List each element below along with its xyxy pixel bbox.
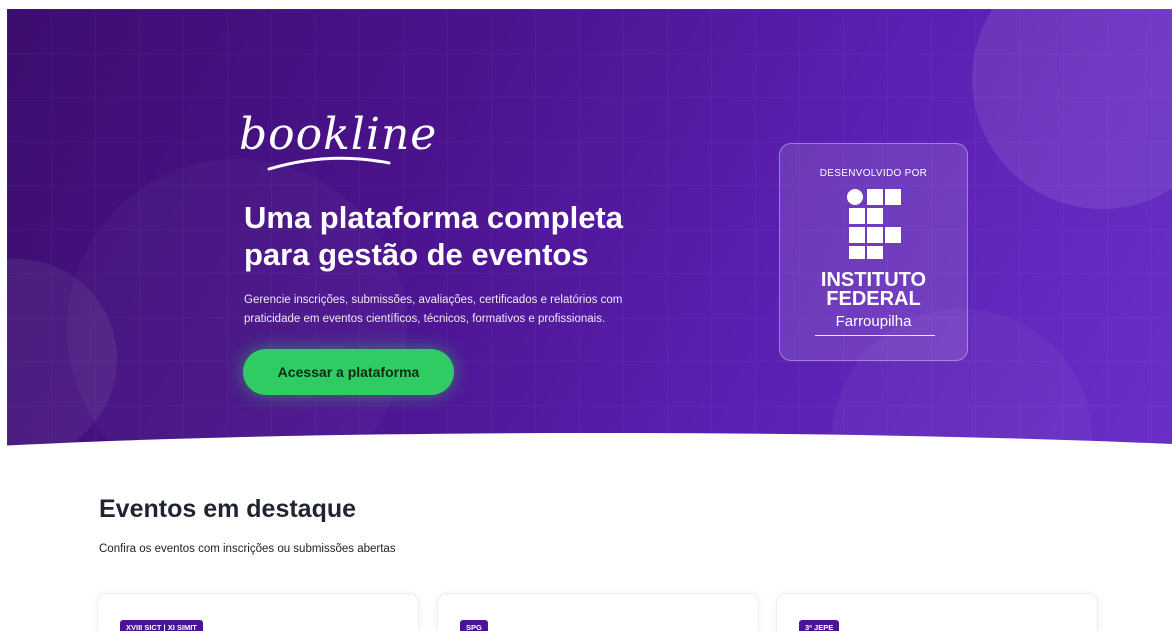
- event-card[interactable]: 3ª JEPE: [776, 593, 1098, 631]
- hero-title-line: para gestão de eventos: [244, 237, 589, 272]
- developed-by-card: DESENVOLVIDO POR INSTITUTO FEDERAL Farro…: [779, 143, 968, 361]
- event-tag: SPG: [460, 620, 488, 631]
- institution-campus: Farroupilha: [835, 313, 912, 330]
- hero-title-line: Uma plataforma completa: [244, 200, 623, 235]
- divider: [815, 335, 935, 336]
- institution-name: INSTITUTO FEDERAL: [780, 270, 967, 310]
- featured-events-title: Eventos em destaque: [99, 495, 357, 523]
- hero-title: Uma plataforma completa para gestão de e…: [244, 199, 704, 273]
- hero-description: Gerencie inscrições, submissões, avaliaç…: [244, 291, 704, 329]
- featured-events-subtitle: Confira os eventos com inscrições ou sub…: [99, 543, 396, 555]
- access-platform-button[interactable]: Acessar a plataforma: [243, 349, 454, 395]
- logo-swoosh-icon: [267, 156, 391, 171]
- hero-description-line: Gerencie inscrições, submissões, avaliaç…: [244, 294, 623, 306]
- hero-banner: bookline Uma plataforma completa para ge…: [7, 9, 1172, 449]
- institution-name-line: FEDERAL: [826, 288, 921, 310]
- instituto-federal-logo-icon: [847, 189, 901, 259]
- hero-wave-divider: [0, 432, 1172, 460]
- event-tag: XVIII SICT | XI SIMIT: [120, 620, 203, 631]
- event-card[interactable]: XVIII SICT | XI SIMIT: [97, 593, 419, 631]
- event-card[interactable]: SPG: [437, 593, 759, 631]
- developed-by-label: DESENVOLVIDO POR: [819, 168, 928, 179]
- event-tag: 3ª JEPE: [799, 620, 840, 631]
- bookline-logo: bookline: [239, 105, 436, 179]
- page: bookline Uma plataforma completa para ge…: [0, 0, 1172, 631]
- hero-description-line: praticidade em eventos científicos, técn…: [244, 313, 606, 325]
